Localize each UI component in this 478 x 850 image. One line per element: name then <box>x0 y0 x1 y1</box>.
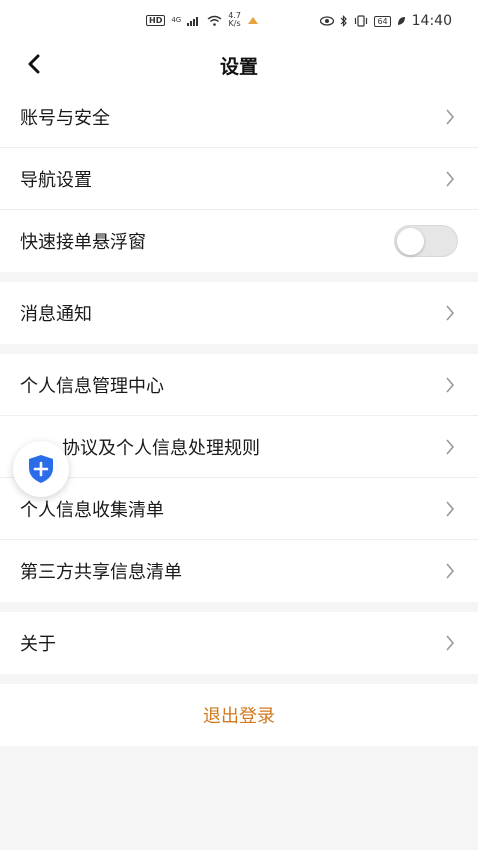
signal-icon <box>187 16 199 26</box>
row-label: 消息通知 <box>20 304 92 325</box>
network-label: 4G <box>171 16 182 24</box>
floating-shield-button[interactable] <box>13 441 69 497</box>
section-gap <box>0 602 478 612</box>
chevron-right-icon <box>442 107 458 127</box>
logout-button[interactable]: 退出登录 <box>0 684 478 746</box>
row-about[interactable]: 关于 <box>0 612 478 674</box>
row-label: 个人信息管理中心 <box>20 375 164 397</box>
chevron-right-icon <box>442 437 458 457</box>
row-quick-order-float-window: 快速接单悬浮窗 <box>0 210 478 272</box>
status-left: HD 4G 4.7 K/s <box>146 12 259 28</box>
settings-group-about: 关于 <box>0 612 478 674</box>
clock: 14:40 <box>411 13 452 29</box>
row-account-security[interactable]: 账号与安全 <box>0 86 478 148</box>
chevron-right-icon <box>442 499 458 519</box>
logout-label: 退出登录 <box>203 706 275 727</box>
chevron-right-icon <box>442 169 458 189</box>
chevron-right-icon <box>442 561 458 581</box>
settings-group-privacy: 个人信息管理中心 协议及个人信息处理规则 个人信息收集清单 第三方共享信息清单 <box>0 354 478 602</box>
row-label: 个人信息收集清单 <box>20 499 164 521</box>
row-message-notifications[interactable]: 消息通知 <box>0 282 478 344</box>
row-label: 账号与安全 <box>20 107 110 129</box>
toggle-knob <box>397 228 424 255</box>
shield-plus-icon <box>29 455 53 483</box>
section-gap <box>0 272 478 282</box>
row-label: 第三方共享信息清单 <box>20 562 182 583</box>
chevron-right-icon <box>442 375 458 395</box>
row-label: 关于 <box>20 634 56 655</box>
section-gap <box>0 674 478 684</box>
bluetooth-icon <box>341 15 348 27</box>
float-window-toggle[interactable] <box>394 225 458 257</box>
settings-group-account: 账号与安全 导航设置 快速接单悬浮窗 <box>0 86 478 272</box>
section-gap <box>0 344 478 354</box>
app-notification-icon <box>247 17 258 24</box>
row-label: 快速接单悬浮窗 <box>20 232 146 253</box>
status-bar: HD 4G 4.7 K/s 64 14:40 <box>0 0 478 42</box>
row-personal-info-center[interactable]: 个人信息管理中心 <box>0 354 478 416</box>
row-agreement-rules[interactable]: 协议及个人信息处理规则 <box>0 416 478 478</box>
vibrate-icon <box>355 15 368 27</box>
hd-badge: HD <box>146 14 166 26</box>
eye-icon <box>320 16 335 26</box>
chevron-right-icon <box>442 633 458 653</box>
row-navigation-settings[interactable]: 导航设置 <box>0 148 478 210</box>
wifi-icon <box>207 15 222 26</box>
speed-unit: K/s <box>228 19 241 28</box>
battery-indicator: 64 <box>374 15 391 27</box>
net-speed: 4.7 K/s <box>228 12 241 28</box>
leaf-icon <box>397 17 405 25</box>
row-third-party-sharing-list[interactable]: 第三方共享信息清单 <box>0 540 478 602</box>
row-label: 导航设置 <box>20 169 92 191</box>
nav-header: 设置 <box>0 42 478 86</box>
page-title: 设置 <box>219 56 258 78</box>
chevron-right-icon <box>442 303 458 323</box>
row-info-collection-list[interactable]: 个人信息收集清单 <box>0 478 478 540</box>
settings-group-notifications: 消息通知 <box>0 282 478 344</box>
status-right: 64 14:40 <box>320 13 452 29</box>
